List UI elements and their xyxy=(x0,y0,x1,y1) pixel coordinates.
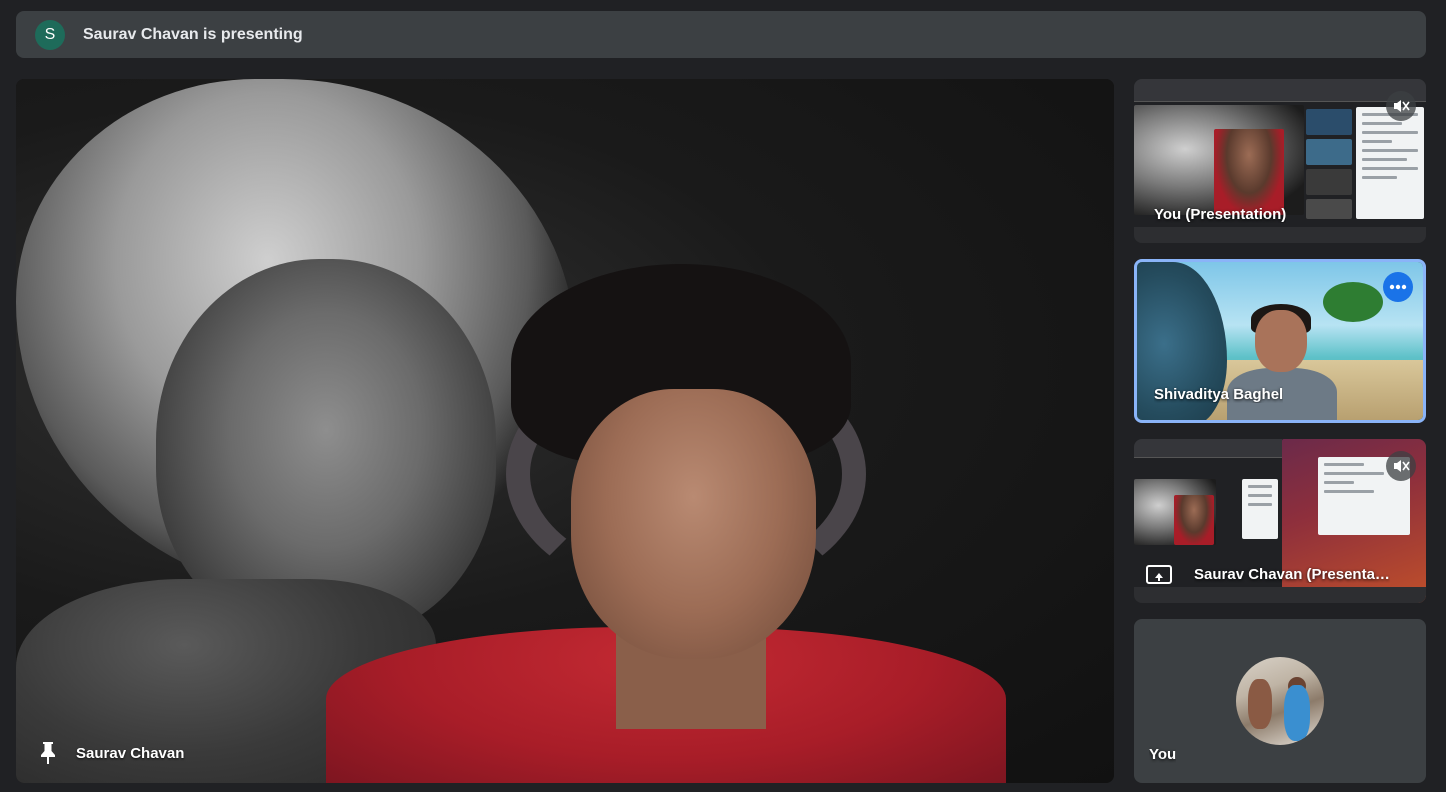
presenting-banner: S Saurav Chavan is presenting xyxy=(16,11,1426,58)
screen-chat-panel xyxy=(1242,479,1278,539)
presenting-text: Saurav Chavan is presenting xyxy=(83,25,303,43)
screen-thumb-4 xyxy=(1306,199,1352,219)
participant-face xyxy=(1255,310,1307,372)
tile-shivaditya-baghel[interactable]: Shivaditya Baghel xyxy=(1134,259,1426,423)
screen-thumb-2 xyxy=(1306,139,1352,165)
tile-label: Saurav Chavan (Presenta… xyxy=(1194,566,1390,583)
screen-thumb-3 xyxy=(1306,169,1352,195)
tile-label: Shivaditya Baghel xyxy=(1154,386,1284,403)
avatar xyxy=(1236,657,1324,745)
screen-taskbar xyxy=(1134,227,1426,243)
screen-participant xyxy=(1214,129,1284,215)
screen-browser-bar xyxy=(1134,79,1426,102)
mic-off-icon xyxy=(1386,451,1416,481)
main-video-tile[interactable]: Saurav Chavan xyxy=(16,79,1114,783)
screen-thumb-1 xyxy=(1306,109,1352,135)
screen-chat-panel xyxy=(1356,107,1424,219)
present-screen-icon xyxy=(1146,565,1172,584)
pin-icon[interactable] xyxy=(38,741,58,765)
more-options-button[interactable] xyxy=(1383,272,1413,302)
more-options-icon xyxy=(1389,284,1407,290)
main-tile-label: Saurav Chavan xyxy=(38,741,184,765)
main-participant-name: Saurav Chavan xyxy=(76,744,185,762)
screen-taskbar xyxy=(1134,587,1426,603)
participant-face xyxy=(571,389,816,659)
tile-saurav-presentation[interactable]: Saurav Chavan (Presenta… xyxy=(1134,439,1426,603)
screen-participant xyxy=(1174,495,1214,545)
tile-you-presentation[interactable]: You (Presentation) xyxy=(1134,79,1426,243)
tile-label: You xyxy=(1149,746,1177,763)
tile-you[interactable]: You xyxy=(1134,619,1426,783)
virtual-background-palm xyxy=(1323,282,1383,322)
presenter-avatar: S xyxy=(35,19,65,50)
screen-browser-bar xyxy=(1134,439,1282,458)
tile-label: You (Presentation) xyxy=(1154,206,1287,223)
mic-off-icon xyxy=(1386,91,1416,121)
